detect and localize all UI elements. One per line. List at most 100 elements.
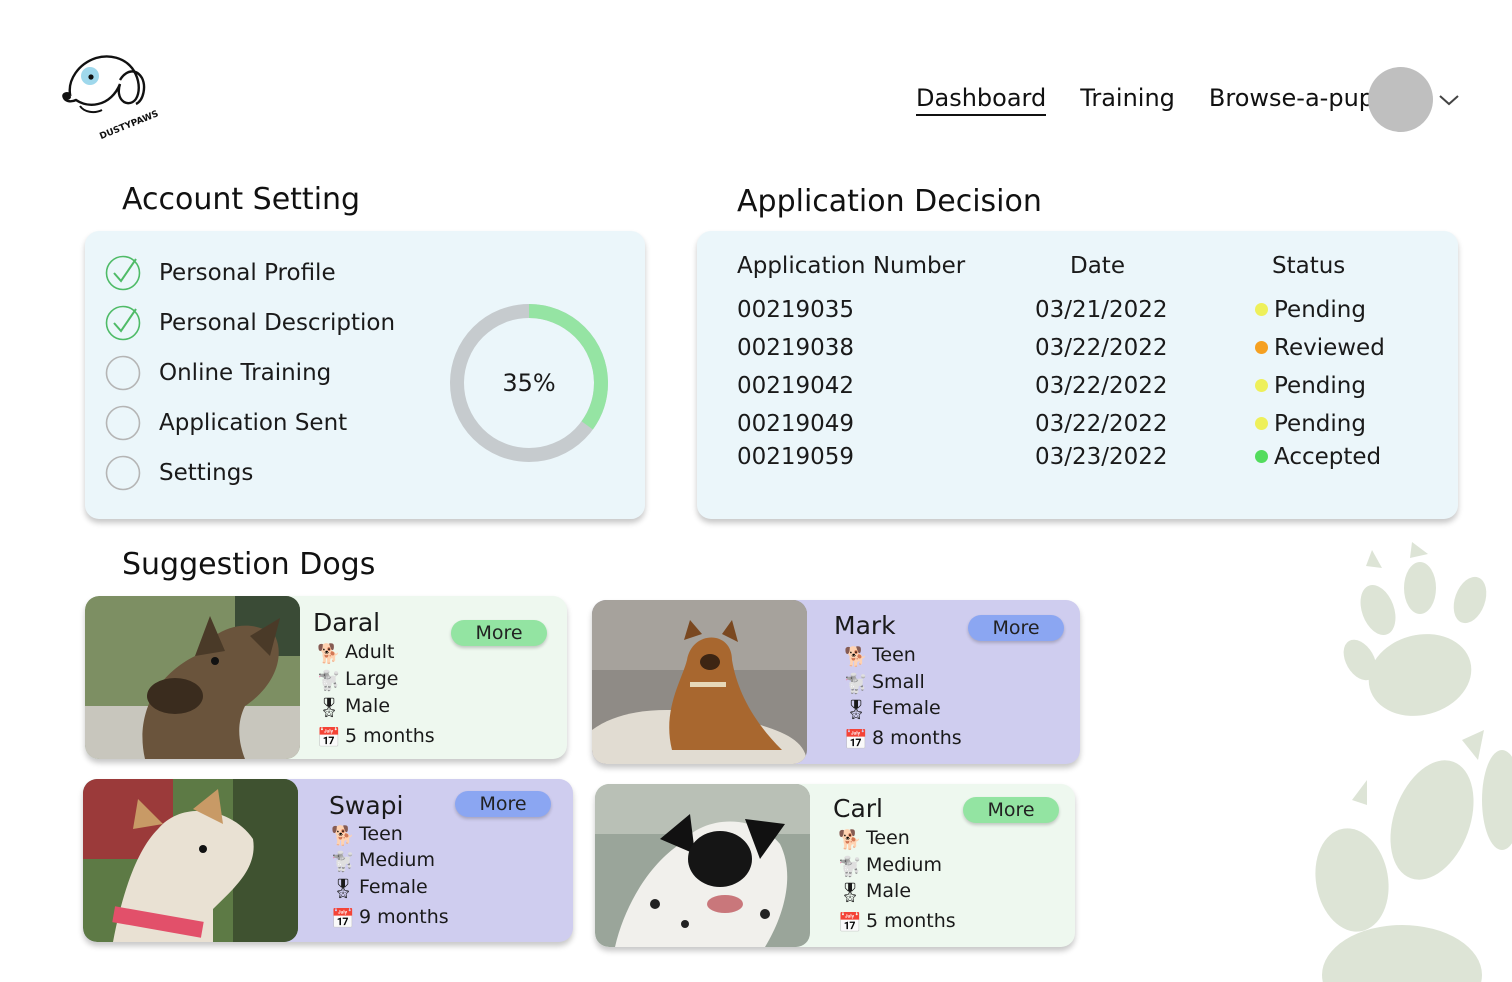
suggestion-dogs-title: Suggestion Dogs [122, 547, 376, 582]
column-header-date: Date [1070, 253, 1125, 279]
account-item-settings[interactable]: Settings [105, 455, 253, 491]
dog-gender: 🎖 Female [844, 697, 941, 721]
application-date: 03/22/2022 [1035, 373, 1168, 399]
dog-size-icon: 🐩 [838, 856, 862, 878]
dog-time: 📅 8 months [844, 727, 962, 751]
dog-photo [595, 784, 810, 947]
dog-time: 📅 5 months [317, 725, 435, 749]
account-item-label: Settings [159, 460, 254, 486]
dog-size-icon: 🐩 [317, 670, 341, 692]
status-dot-icon [1255, 303, 1268, 316]
status-text: Accepted [1274, 444, 1382, 470]
dog-age-icon: 🐕 [838, 829, 862, 851]
dog-gender: 🎖 Female [331, 876, 428, 900]
dog-age: 🐕 Teen [838, 827, 910, 851]
progress-percent: 35% [502, 369, 556, 397]
dog-name: Carl [833, 794, 883, 823]
status-dot-icon [1255, 379, 1268, 392]
dustypaws-logo[interactable]: DUSTYPAWS [58, 50, 168, 140]
dog-age: 🐕 Teen [331, 823, 403, 847]
dog-photo [83, 779, 298, 942]
more-button[interactable]: More [455, 791, 551, 817]
account-item-label: Personal Description [159, 310, 396, 336]
application-decision-card: Application Number Date Status 00219035 … [697, 231, 1458, 519]
account-item-label: Application Sent [159, 410, 348, 436]
dog-photo [592, 600, 807, 764]
paw-print-decoration [1315, 730, 1512, 982]
dog-time: 📅 9 months [331, 906, 449, 930]
checked-circle-icon [105, 255, 141, 291]
dog-card-daral[interactable]: Daral More 🐕 Adult 🐩 Large 🎖 Male 📅 5 months [85, 596, 567, 759]
collar-icon: 🎖 [838, 882, 863, 904]
nav-browse-a-pup[interactable]: Browse-a-pup [1209, 84, 1374, 116]
account-setting-card: Personal Profile Personal Description On… [85, 231, 645, 519]
dog-time: 📅 5 months [838, 910, 956, 934]
dog-age-icon: 🐕 [844, 646, 868, 668]
dog-age: 🐕 Adult [317, 641, 395, 665]
collar-icon: 🎖 [317, 697, 342, 719]
dog-gender: 🎖 Male [838, 880, 912, 904]
user-avatar[interactable] [1368, 67, 1433, 132]
chevron-down-icon[interactable] [1438, 93, 1460, 107]
dog-size-icon: 🐩 [844, 673, 868, 695]
column-header-application-number: Application Number [737, 253, 966, 279]
dog-size: 🐩 Medium [331, 849, 435, 873]
status-badge: Accepted [1255, 444, 1381, 470]
application-date: 03/22/2022 [1035, 335, 1168, 361]
account-item-personal-profile[interactable]: Personal Profile [105, 255, 336, 291]
dog-age-icon: 🐕 [331, 825, 355, 847]
status-text: Pending [1274, 373, 1366, 399]
dog-card-carl[interactable]: Carl More 🐕 Teen 🐩 Medium 🎖 Male 📅 5 months [595, 784, 1075, 947]
empty-circle-icon [105, 355, 141, 391]
status-dot-icon [1255, 450, 1268, 463]
application-number: 00219059 [737, 444, 855, 470]
nav-training[interactable]: Training [1080, 84, 1175, 116]
status-badge: Pending [1255, 411, 1366, 437]
account-item-label: Personal Profile [159, 260, 336, 286]
empty-circle-icon [105, 405, 141, 441]
dog-age-icon: 🐕 [317, 643, 341, 665]
account-item-label: Online Training [159, 360, 332, 386]
application-decision-title: Application Decision [737, 184, 1042, 219]
status-badge: Pending [1255, 297, 1366, 323]
main-nav: Dashboard Training Browse-a-pup [916, 84, 1374, 116]
calendar-icon: 📅 [838, 912, 862, 934]
dog-name: Daral [313, 608, 381, 637]
dog-size: 🐩 Medium [838, 854, 942, 878]
calendar-icon: 📅 [331, 908, 355, 930]
dog-name: Mark [834, 611, 896, 640]
status-text: Pending [1274, 297, 1366, 323]
collar-icon: 🎖 [844, 699, 869, 721]
logo-text: DUSTYPAWS [98, 109, 160, 140]
application-number: 00219038 [737, 335, 855, 361]
status-dot-icon [1255, 417, 1268, 430]
more-button[interactable]: More [963, 797, 1059, 823]
more-button[interactable]: More [968, 615, 1064, 641]
dog-card-swapi[interactable]: Swapi More 🐕 Teen 🐩 Medium 🎖 Female 📅 9 mont… [83, 779, 573, 942]
account-item-personal-description[interactable]: Personal Description [105, 305, 395, 341]
calendar-icon: 📅 [317, 727, 341, 749]
status-text: Pending [1274, 411, 1366, 437]
collar-icon: 🎖 [331, 878, 356, 900]
dog-name: Swapi [329, 791, 404, 820]
dog-size: 🐩 Small [844, 671, 925, 695]
paw-print-decoration [1343, 542, 1487, 716]
application-date: 03/23/2022 [1035, 444, 1168, 470]
dog-size-icon: 🐩 [331, 851, 355, 873]
dog-photo [85, 596, 300, 759]
nav-dashboard[interactable]: Dashboard [916, 84, 1047, 116]
account-item-online-training[interactable]: Online Training [105, 355, 331, 391]
application-date: 03/22/2022 [1035, 411, 1168, 437]
dog-card-mark[interactable]: Mark More 🐕 Teen 🐩 Small 🎖 Female 📅 8 months [592, 600, 1080, 764]
dog-age: 🐕 Teen [844, 644, 916, 668]
account-item-application-sent[interactable]: Application Sent [105, 405, 347, 441]
status-badge: Pending [1255, 373, 1366, 399]
application-number: 00219035 [737, 297, 855, 323]
dog-gender: 🎖 Male [317, 695, 391, 719]
progress-ring: 35% [445, 299, 613, 467]
status-text: Reviewed [1274, 335, 1385, 361]
more-button[interactable]: More [451, 620, 547, 646]
status-badge: Reviewed [1255, 335, 1385, 361]
column-header-status: Status [1272, 253, 1346, 279]
calendar-icon: 📅 [844, 729, 868, 751]
